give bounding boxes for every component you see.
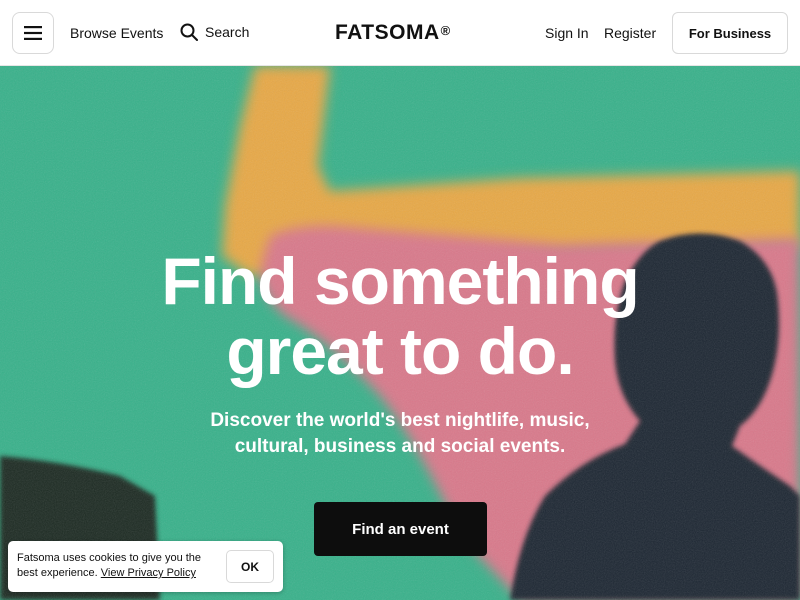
search-link[interactable]: Search [180,23,249,41]
registered-mark: ® [440,23,451,38]
headline-line-1: Find something [161,244,639,318]
browse-events-link[interactable]: Browse Events [70,24,163,42]
subheadline-line-1: Discover the world's best nightlife, mus… [210,410,590,431]
site-header: Browse Events Search FATSOMA® Sign In Re… [0,0,800,66]
fatsoma-logo[interactable]: FATSOMA® [335,21,451,45]
cookie-ok-button[interactable]: OK [226,550,274,583]
hero-section: Find something great to do. Discover the… [0,66,800,600]
headline-line-2: great to do. [226,314,574,388]
search-icon [180,23,198,41]
for-business-button[interactable]: For Business [672,12,788,54]
privacy-policy-link[interactable]: View Privacy Policy [101,567,196,579]
logo-text: FATSOMA [335,21,440,44]
cookie-banner: Fatsoma uses cookies to give you the bes… [8,541,283,592]
hamburger-menu-icon [24,26,42,40]
register-link[interactable]: Register [604,24,656,42]
sign-in-link[interactable]: Sign In [545,24,589,42]
hero-subheadline: Discover the world's best nightlife, mus… [0,408,800,460]
subheadline-line-2: cultural, business and social events. [234,436,566,457]
hero-headline: Find something great to do. [0,246,800,386]
find-event-button[interactable]: Find an event [314,502,487,556]
menu-button[interactable] [12,12,54,54]
search-label: Search [205,24,250,40]
cookie-message: Fatsoma uses cookies to give you the bes… [17,551,217,581]
